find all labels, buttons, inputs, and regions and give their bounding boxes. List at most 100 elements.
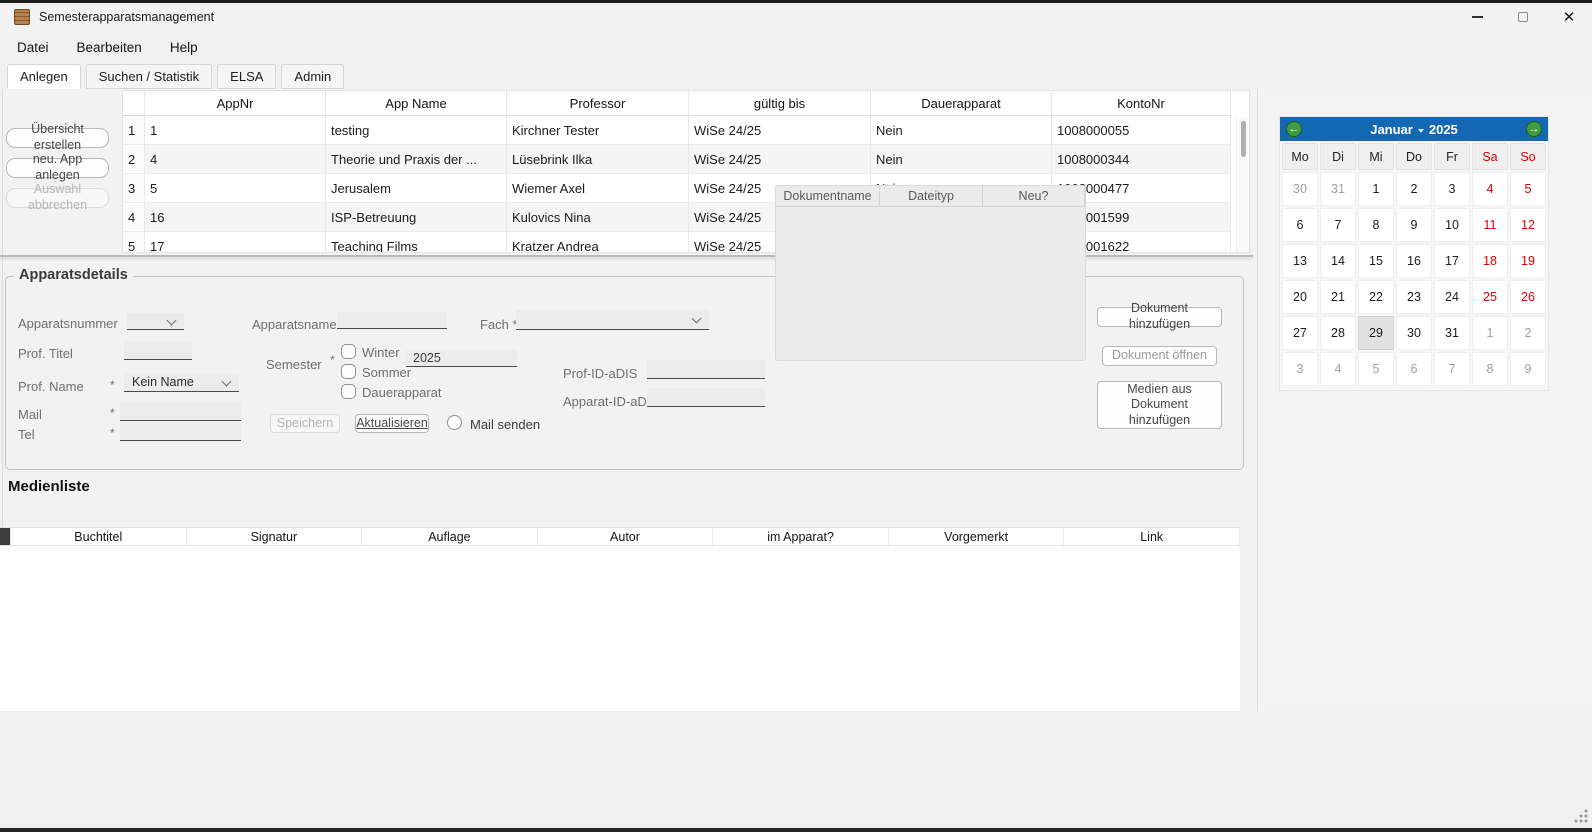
mail-senden-checkbox[interactable]: [447, 415, 462, 430]
table-row[interactable]: 11testingKirchner TesterWiSe 24/25Nein10…: [123, 116, 1249, 145]
calendar-day[interactable]: 7: [1320, 208, 1356, 242]
media-column-header[interactable]: Auflage: [362, 528, 538, 545]
calendar-day[interactable]: 22: [1358, 280, 1394, 314]
column-header[interactable]: KontoNr: [1052, 91, 1231, 116]
menu-datei[interactable]: Datei: [3, 35, 63, 60]
menu-help[interactable]: Help: [156, 35, 212, 60]
calendar-day[interactable]: 19: [1510, 244, 1546, 278]
calendar-day[interactable]: 14: [1320, 244, 1356, 278]
maximize-button[interactable]: [1500, 3, 1546, 31]
dauerapparat-radio[interactable]: [341, 384, 356, 399]
calendar-day[interactable]: 13: [1282, 244, 1318, 278]
calendar-day[interactable]: 2: [1396, 172, 1432, 206]
calendar-day[interactable]: 4: [1472, 172, 1508, 206]
dokument-hinzufuegen-button[interactable]: Dokument hinzufügen: [1097, 307, 1222, 327]
calendar-day[interactable]: 11: [1472, 208, 1508, 242]
calendar-day[interactable]: 10: [1434, 208, 1470, 242]
row-number: 4: [123, 203, 145, 232]
winter-radio[interactable]: [341, 344, 356, 359]
calendar-day[interactable]: 21: [1320, 280, 1356, 314]
calendar-day[interactable]: 8: [1358, 208, 1394, 242]
fach-combo[interactable]: [516, 310, 709, 330]
mail-input[interactable]: [120, 402, 241, 421]
calendar-day[interactable]: 27: [1282, 316, 1318, 350]
calendar-month[interactable]: Januar: [1370, 122, 1413, 137]
speichern-button[interactable]: Speichern: [270, 414, 340, 433]
calendar-day[interactable]: 1: [1358, 172, 1394, 206]
table-row[interactable]: 24Theorie und Praxis der ...Lüsebrink Il…: [123, 145, 1249, 174]
jahr-input[interactable]: 2025: [406, 350, 517, 367]
calendar-day[interactable]: 9: [1510, 352, 1546, 386]
calendar-day[interactable]: 15: [1358, 244, 1394, 278]
resize-grip-icon[interactable]: [1574, 809, 1588, 823]
tab-admin[interactable]: Admin: [281, 64, 344, 89]
media-column-header[interactable]: Buchtitel: [11, 528, 187, 545]
calendar-day[interactable]: 24: [1434, 280, 1470, 314]
calendar-day[interactable]: 29: [1358, 316, 1394, 350]
calendar-year[interactable]: 2025: [1429, 122, 1458, 137]
sommer-radio[interactable]: [341, 364, 356, 379]
calendar-day[interactable]: 7: [1434, 352, 1470, 386]
prof-id-adis-input[interactable]: [647, 360, 765, 379]
calendar-day[interactable]: 3: [1282, 352, 1318, 386]
calendar-day[interactable]: 16: [1396, 244, 1432, 278]
prof-name-combo[interactable]: Kein Name: [124, 373, 239, 392]
apparat-id-adis-input[interactable]: [647, 388, 765, 407]
calendar-day[interactable]: 31: [1320, 172, 1356, 206]
minimize-button[interactable]: [1454, 3, 1500, 31]
calendar-day[interactable]: 30: [1282, 172, 1318, 206]
calendar-day[interactable]: 18: [1472, 244, 1508, 278]
close-button[interactable]: ✕: [1546, 3, 1592, 31]
medien-aus-dokument-button[interactable]: Medien aus Dokument hinzufügen: [1097, 381, 1222, 429]
aktualisieren-button[interactable]: Aktualisieren: [355, 414, 429, 433]
calendar-day[interactable]: 1: [1472, 316, 1508, 350]
tel-input[interactable]: [120, 422, 241, 441]
media-column-header[interactable]: im Apparat?: [713, 528, 889, 545]
calendar-prev-button[interactable]: ←: [1286, 121, 1302, 137]
neu-app-anlegen-button[interactable]: neu. App anlegen: [6, 158, 109, 178]
tab-elsa[interactable]: ELSA: [217, 64, 276, 89]
column-header[interactable]: Professor: [507, 91, 689, 116]
calendar-day[interactable]: 26: [1510, 280, 1546, 314]
calendar-day[interactable]: 12: [1510, 208, 1546, 242]
apparatsname-input[interactable]: [337, 312, 447, 329]
tab-anlegen[interactable]: Anlegen: [7, 64, 81, 89]
calendar-day[interactable]: 17: [1434, 244, 1470, 278]
calendar-day[interactable]: 28: [1320, 316, 1356, 350]
tab-suchen-statistik[interactable]: Suchen / Statistik: [86, 64, 212, 89]
prof-titel-input[interactable]: [124, 341, 192, 360]
apps-table-scrollbar[interactable]: [1236, 117, 1249, 252]
menu-bearbeiten[interactable]: Bearbeiten: [63, 35, 156, 60]
uebersicht-erstellen-button[interactable]: Übersicht erstellen: [6, 128, 109, 148]
calendar-day[interactable]: 23: [1396, 280, 1432, 314]
media-column-header[interactable]: Autor: [538, 528, 714, 545]
calendar-day[interactable]: 8: [1472, 352, 1508, 386]
calendar-day[interactable]: 6: [1396, 352, 1432, 386]
column-header[interactable]: AppNr: [145, 91, 326, 116]
calendar-next-button[interactable]: →: [1526, 121, 1542, 137]
fach-label: Fach *: [480, 317, 518, 332]
calendar-day[interactable]: 5: [1510, 172, 1546, 206]
auswahl-abbrechen-button[interactable]: Auswahl abbrechen: [6, 188, 109, 208]
calendar-day[interactable]: 9: [1396, 208, 1432, 242]
media-column-header[interactable]: Signatur: [187, 528, 363, 545]
calendar-day[interactable]: 6: [1282, 208, 1318, 242]
calendar-grid: 3031123456789101112131415161718192021222…: [1280, 171, 1548, 388]
dokument-oeffnen-button[interactable]: Dokument öffnen: [1102, 346, 1217, 366]
column-header[interactable]: Dauerapparat: [871, 91, 1052, 116]
media-column-header[interactable]: Vorgemerkt: [889, 528, 1065, 545]
apparatsnummer-combo[interactable]: [127, 313, 184, 330]
column-header[interactable]: App Name: [326, 91, 507, 116]
column-header[interactable]: gültig bis: [689, 91, 871, 116]
apps-table-header: AppNrApp NameProfessorgültig bisDauerapp…: [123, 91, 1249, 116]
calendar-day[interactable]: 31: [1434, 316, 1470, 350]
calendar-day[interactable]: 20: [1282, 280, 1318, 314]
calendar-day[interactable]: 30: [1396, 316, 1432, 350]
media-column-header[interactable]: Link: [1064, 528, 1240, 545]
calendar-day[interactable]: 5: [1358, 352, 1394, 386]
calendar-day[interactable]: 2: [1510, 316, 1546, 350]
calendar-day[interactable]: 25: [1472, 280, 1508, 314]
scrollbar-thumb[interactable]: [1241, 121, 1246, 157]
calendar-day[interactable]: 3: [1434, 172, 1470, 206]
calendar-day[interactable]: 4: [1320, 352, 1356, 386]
